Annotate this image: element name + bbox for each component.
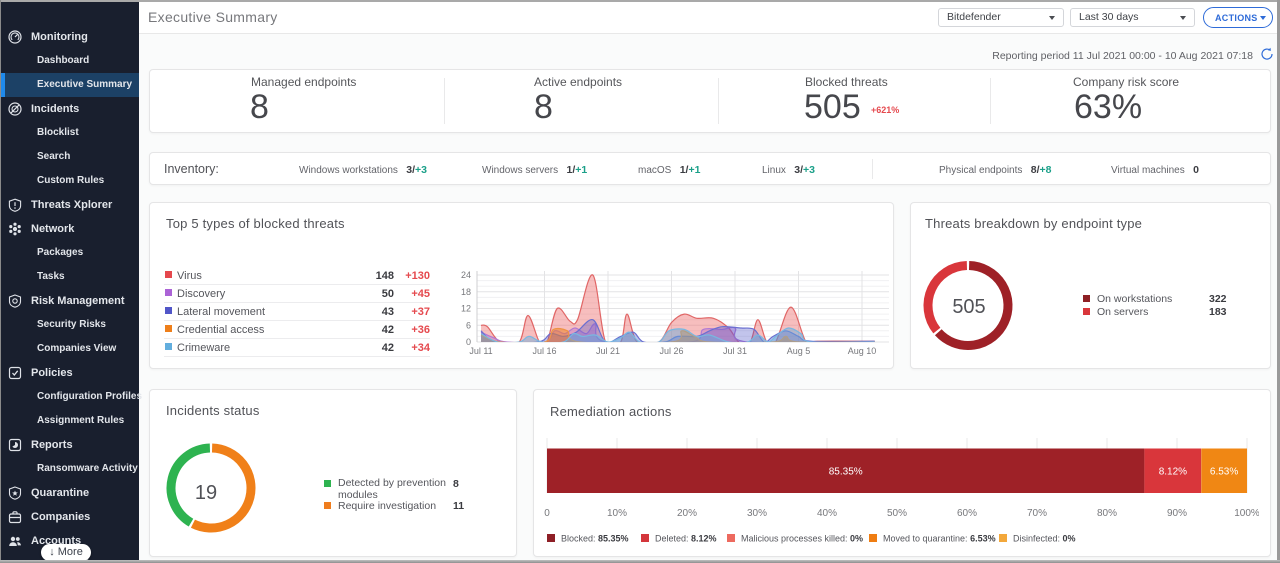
svg-text:100%: 100% <box>1234 508 1259 519</box>
svg-text:90%: 90% <box>1167 508 1187 519</box>
svg-text:60%: 60% <box>957 508 977 519</box>
svg-text:Moved to quarantine: 6.53%: Moved to quarantine: 6.53% <box>883 534 996 544</box>
svg-text:80%: 80% <box>1097 508 1117 519</box>
svg-text:Jul 16: Jul 16 <box>532 346 556 356</box>
svg-text:70%: 70% <box>1027 508 1047 519</box>
svg-text:50%: 50% <box>887 508 907 519</box>
svg-text:Jul 26: Jul 26 <box>659 346 683 356</box>
svg-text:6: 6 <box>466 320 471 330</box>
svg-text:10%: 10% <box>607 508 627 519</box>
svg-text:Jul 21: Jul 21 <box>596 346 620 356</box>
svg-text:30%: 30% <box>747 508 767 519</box>
svg-text:Jul 11: Jul 11 <box>469 346 492 356</box>
svg-text:20%: 20% <box>677 508 697 519</box>
svg-text:85.35%: 85.35% <box>829 466 863 477</box>
svg-text:Aug 5: Aug 5 <box>787 346 811 356</box>
svg-text:Jul 31: Jul 31 <box>723 346 747 356</box>
svg-text:Blocked: 85.35%: Blocked: 85.35% <box>561 534 629 544</box>
svg-text:8.12%: 8.12% <box>1159 466 1187 477</box>
svg-text:Malicious processes killed: 0%: Malicious processes killed: 0% <box>741 534 863 544</box>
svg-text:0: 0 <box>544 508 550 519</box>
svg-text:12: 12 <box>461 304 471 314</box>
svg-text:6.53%: 6.53% <box>1210 466 1238 477</box>
svg-text:40%: 40% <box>817 508 837 519</box>
svg-text:Aug 10: Aug 10 <box>848 346 877 356</box>
svg-text:Disinfected: 0%: Disinfected: 0% <box>1013 534 1076 544</box>
svg-text:18: 18 <box>461 287 471 297</box>
svg-text:24: 24 <box>461 270 471 280</box>
svg-text:Deleted: 8.12%: Deleted: 8.12% <box>655 534 717 544</box>
svg-text:0: 0 <box>466 337 471 347</box>
